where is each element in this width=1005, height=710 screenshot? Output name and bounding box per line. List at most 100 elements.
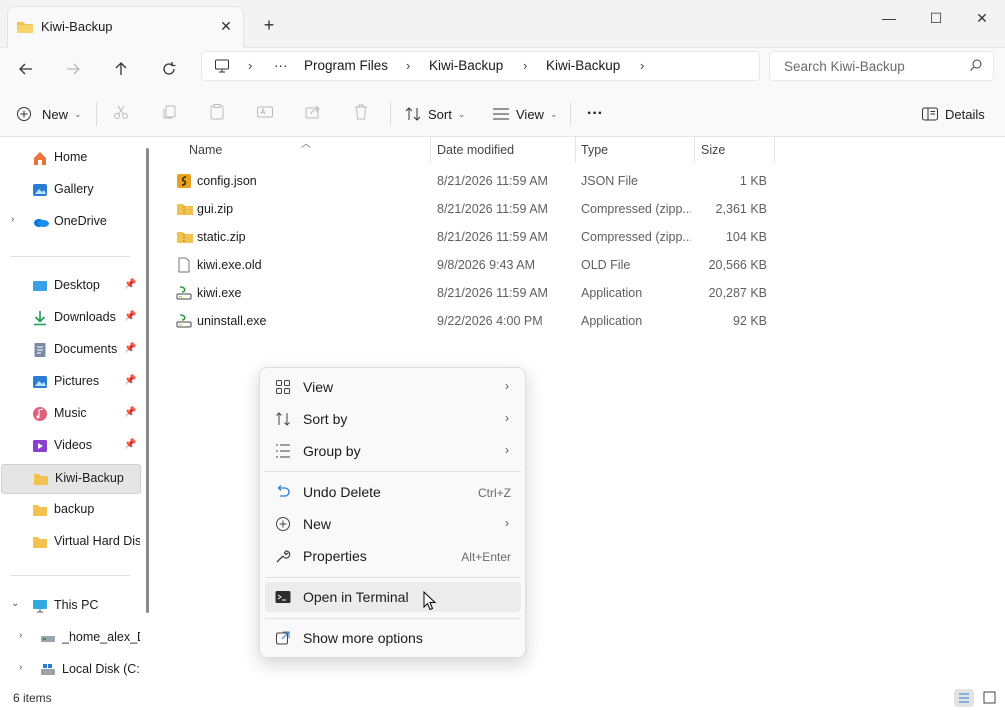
file-row[interactable]: static.zip 8/21/2026 11:59 AM Compressed… xyxy=(173,223,778,251)
up-button[interactable] xyxy=(106,54,136,84)
json-file-icon xyxy=(176,173,192,189)
sidebar-item-backup[interactable]: backup xyxy=(0,495,140,525)
paste-icon[interactable] xyxy=(208,103,228,123)
arrow-up-icon xyxy=(115,62,127,75)
file-row[interactable]: gui.zip 8/21/2026 11:59 AM Compressed (z… xyxy=(173,195,778,223)
command-bar: New ⌄ Sort ⌄ View ⌄ ··· Details xyxy=(0,90,1005,137)
file-type: Application xyxy=(581,286,643,300)
view-label: View xyxy=(516,106,544,122)
pictures-icon xyxy=(32,374,48,390)
menu-item-view[interactable]: View › xyxy=(265,372,521,402)
column-divider[interactable] xyxy=(575,137,576,163)
breadcrumb-kiwi-backup[interactable]: Kiwi-Backup xyxy=(429,58,503,73)
search-input[interactable]: Search Kiwi-Backup xyxy=(784,59,905,74)
column-divider[interactable] xyxy=(694,137,695,163)
toolbar-divider xyxy=(96,102,97,126)
tab-title: Kiwi-Backup xyxy=(41,19,113,34)
new-button[interactable]: New ⌄ xyxy=(16,101,82,127)
new-tab-button[interactable]: + xyxy=(258,14,280,36)
file-row[interactable]: uninstall.exe 9/22/2026 4:00 PM Applicat… xyxy=(173,307,778,335)
cut-icon[interactable] xyxy=(112,103,132,123)
menu-item-group-by[interactable]: Group by › xyxy=(265,436,521,466)
file-name: kiwi.exe.old xyxy=(197,258,262,272)
breadcrumb-program-files[interactable]: Program Files xyxy=(304,58,388,73)
menu-item-open-in-terminal[interactable]: Open in Terminal xyxy=(265,582,521,612)
breadcrumb-kiwi-backup-current[interactable]: Kiwi-Backup xyxy=(546,58,620,73)
menu-item-shortcut: Alt+Enter xyxy=(461,550,511,564)
menu-item-new[interactable]: New › xyxy=(265,509,521,539)
address-row: › ··· Program Files › Kiwi-Backup › Kiwi… xyxy=(0,48,1005,90)
sidebar-item-virtual-hard-disk[interactable]: Virtual Hard Disk xyxy=(0,527,140,557)
view-button[interactable]: View ⌄ xyxy=(492,101,558,127)
menu-item-undo-delete[interactable]: Undo Delete Ctrl+Z xyxy=(265,477,521,507)
menu-item-properties[interactable]: Properties Alt+Enter xyxy=(265,541,521,571)
column-header-type[interactable]: Type xyxy=(581,143,608,157)
forward-button[interactable] xyxy=(58,54,88,84)
close-window-button[interactable]: ✕ xyxy=(971,8,993,28)
details-label: Details xyxy=(945,106,985,122)
sidebar-item-documents[interactable]: Documents 📌 xyxy=(0,335,140,365)
file-row[interactable]: kiwi.exe.old 9/8/2026 9:43 AM OLD File 2… xyxy=(173,251,778,279)
sidebar-item-home[interactable]: Home xyxy=(0,143,140,173)
breadcrumb-ellipsis[interactable]: ··· xyxy=(274,58,288,73)
pin-icon: 📌 xyxy=(124,279,137,290)
sidebar-scrollbar[interactable] xyxy=(146,148,149,613)
pin-icon: 📌 xyxy=(124,343,137,354)
address-bar[interactable]: › ··· Program Files › Kiwi-Backup › Kiwi… xyxy=(201,51,760,81)
copy-icon[interactable] xyxy=(160,103,180,123)
file-row[interactable]: config.json 8/21/2026 11:59 AM JSON File… xyxy=(173,167,778,195)
sidebar-item-onedrive[interactable]: › OneDrive xyxy=(0,207,140,237)
sidebar-divider xyxy=(10,575,130,576)
sidebar-item-label: Music xyxy=(54,406,87,420)
chevron-right-icon[interactable]: › xyxy=(11,214,14,225)
delete-icon[interactable] xyxy=(352,103,372,123)
chevron-down-icon: ⌄ xyxy=(549,108,558,119)
column-header-size[interactable]: Size xyxy=(701,143,725,157)
search-box[interactable]: Search Kiwi-Backup xyxy=(769,51,994,81)
chevron-right-icon: › xyxy=(505,379,509,393)
chevron-down-icon[interactable]: ⌄ xyxy=(11,598,19,609)
sidebar-item-label: Downloads xyxy=(54,310,116,324)
tiles-view-icon[interactable] xyxy=(980,689,1000,707)
sidebar-item-local-disk[interactable]: › Local Disk (C:) xyxy=(0,655,140,685)
file-row[interactable]: kiwi.exe 8/21/2026 11:59 AM Application … xyxy=(173,279,778,307)
context-menu: View › Sort by › Group by › Undo Delete … xyxy=(259,367,526,658)
back-button[interactable] xyxy=(11,54,41,84)
sidebar-item-this-pc[interactable]: ⌄ This PC xyxy=(0,591,140,621)
sidebar-item-pictures[interactable]: Pictures 📌 xyxy=(0,367,140,397)
maximize-button[interactable]: ☐ xyxy=(925,8,947,28)
chevron-right-icon[interactable]: › xyxy=(19,662,22,673)
generic-file-icon xyxy=(176,257,192,273)
details-view-icon[interactable] xyxy=(954,689,974,707)
home-icon xyxy=(32,150,48,166)
rename-icon[interactable] xyxy=(256,103,276,123)
menu-item-show-more-options[interactable]: Show more options xyxy=(265,623,521,653)
minimize-button[interactable]: — xyxy=(878,8,900,28)
tab-kiwi-backup[interactable]: Kiwi-Backup ✕ xyxy=(7,6,244,48)
column-header-name[interactable]: Name xyxy=(189,143,222,157)
sidebar-item-label: backup xyxy=(54,502,95,516)
details-pane-button[interactable]: Details xyxy=(921,101,985,127)
more-options-button[interactable]: ··· xyxy=(587,101,603,127)
sort-button[interactable]: Sort ⌄ xyxy=(404,101,465,127)
sidebar-item-network-drive[interactable]: › _home_alex_De xyxy=(0,623,140,653)
sidebar-item-gallery[interactable]: Gallery xyxy=(0,175,140,205)
menu-item-label: New xyxy=(303,516,332,532)
chevron-right-icon[interactable]: › xyxy=(19,630,22,641)
column-header-date[interactable]: Date modified xyxy=(437,143,514,157)
file-size: 92 KB xyxy=(732,314,767,328)
close-tab-icon[interactable]: ✕ xyxy=(216,16,236,36)
sidebar-item-desktop[interactable]: Desktop 📌 xyxy=(0,271,140,301)
sidebar-item-downloads[interactable]: Downloads 📌 xyxy=(0,303,140,333)
column-divider[interactable] xyxy=(430,137,431,163)
share-icon[interactable] xyxy=(304,103,324,123)
sidebar-item-videos[interactable]: Videos 📌 xyxy=(0,431,140,461)
sidebar-item-kiwi-backup[interactable]: Kiwi-Backup xyxy=(1,464,141,494)
menu-item-sort-by[interactable]: Sort by › xyxy=(265,404,521,434)
column-divider[interactable] xyxy=(774,137,775,163)
folder-icon xyxy=(32,534,48,550)
menu-item-label: Open in Terminal xyxy=(303,589,409,605)
file-size: 20,287 KB xyxy=(708,286,767,300)
refresh-button[interactable] xyxy=(154,54,184,84)
sidebar-item-music[interactable]: Music 📌 xyxy=(0,399,140,429)
